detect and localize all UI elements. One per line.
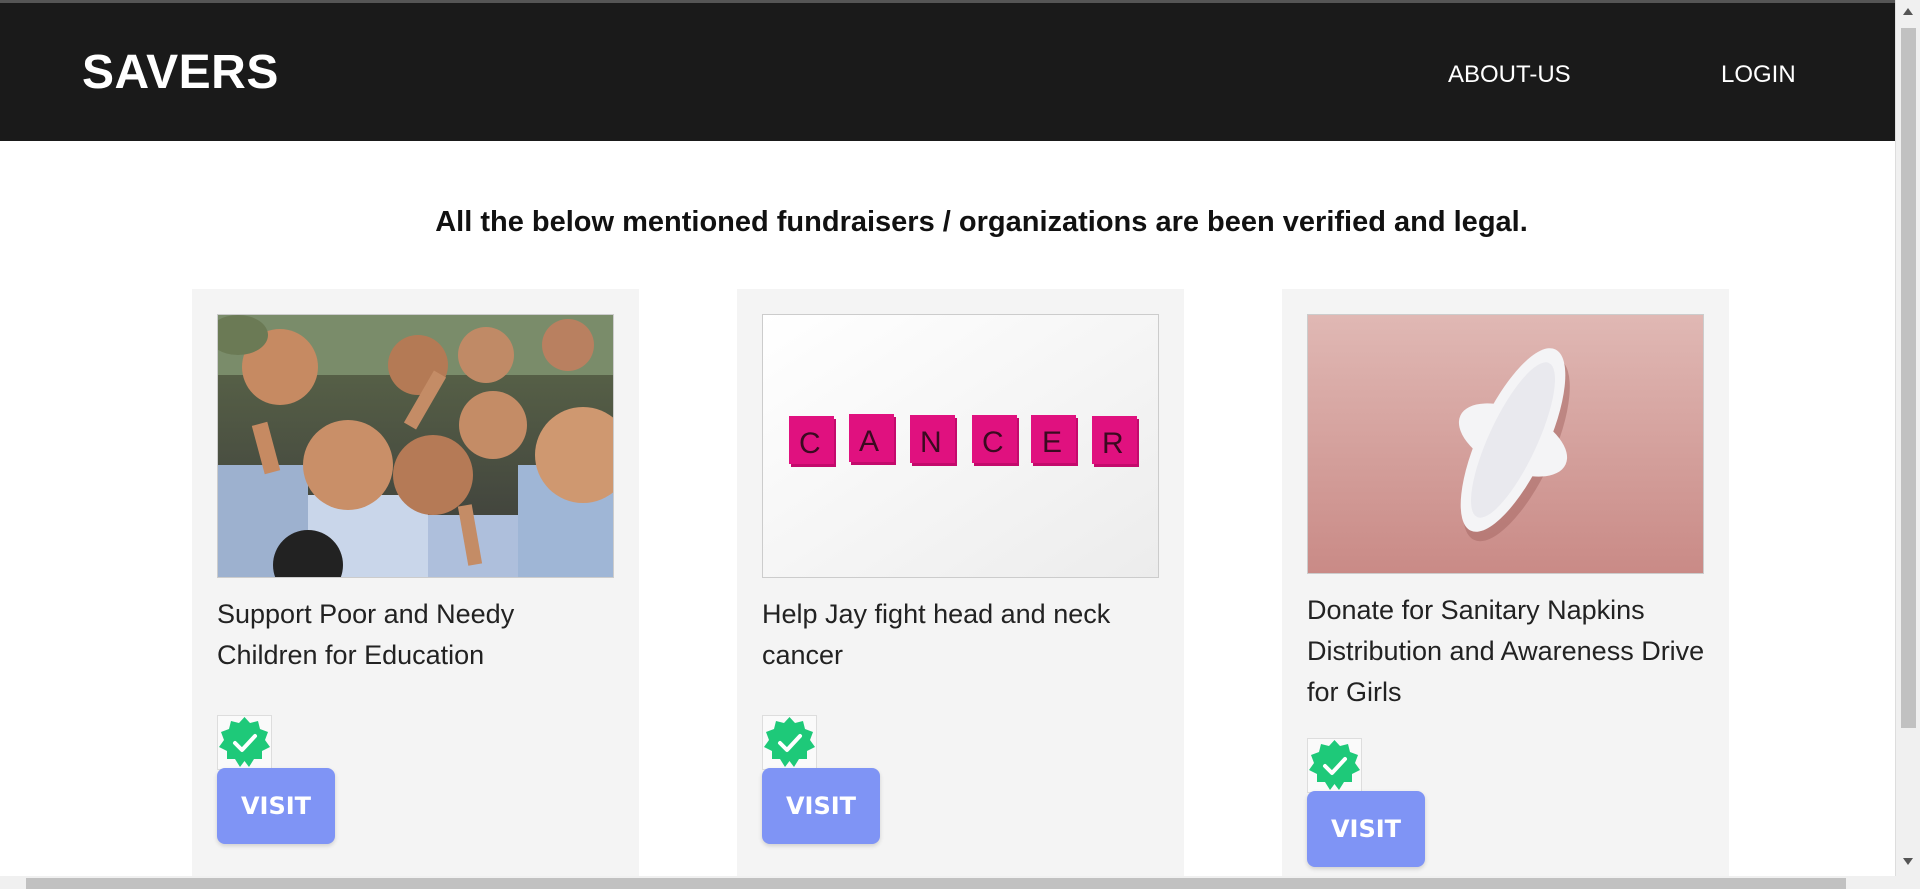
tile-letter: C: [799, 427, 821, 460]
fundraiser-card: Donate for Sanitary Napkins Distribution…: [1282, 289, 1729, 876]
tile-letter: N: [920, 426, 942, 459]
visit-button[interactable]: VISIT: [217, 768, 335, 844]
card-title: Help Jay fight head and neck cancer: [762, 599, 1111, 670]
tile-letter: R: [1102, 427, 1124, 460]
brand-logo[interactable]: SAVERS: [82, 45, 279, 100]
page: SAVERS ABOUT-US LOGIN All the below ment…: [0, 0, 1895, 876]
fundraiser-card: Support Poor and Needy Children for Educ…: [192, 289, 639, 876]
vertical-scrollbar[interactable]: [1895, 0, 1920, 876]
tile-letter: C: [982, 426, 1004, 459]
navbar: SAVERS ABOUT-US LOGIN: [0, 3, 1895, 141]
visit-button[interactable]: VISIT: [762, 768, 880, 844]
card-title: Support Poor and Needy Children for Educ…: [217, 599, 515, 670]
card-title: Donate for Sanitary Napkins Distribution…: [1307, 595, 1705, 707]
scroll-down-arrow-icon[interactable]: [1903, 858, 1913, 865]
fundraiser-card: C A N C E R Help Jay fight head and neck…: [737, 289, 1184, 876]
vertical-scroll-thumb[interactable]: [1901, 28, 1916, 728]
visit-button[interactable]: VISIT: [1307, 791, 1425, 867]
verified-icon: [762, 715, 817, 770]
children-photo: [217, 314, 614, 578]
verified-icon: [217, 715, 272, 770]
sanitary-napkin-photo: [1307, 314, 1704, 574]
verified-icon: [1307, 738, 1362, 793]
horizontal-scrollbar[interactable]: [0, 876, 1920, 889]
horizontal-scroll-thumb[interactable]: [26, 878, 1846, 889]
cancer-tiles-photo: C A N C E R: [762, 314, 1159, 578]
verification-notice: All the below mentioned fundraisers / or…: [435, 206, 1528, 238]
tile-letter: E: [1042, 426, 1062, 459]
nav-about-us[interactable]: ABOUT-US: [1448, 61, 1571, 89]
nav-login[interactable]: LOGIN: [1721, 61, 1796, 89]
tile-letter: A: [859, 425, 879, 458]
scroll-up-arrow-icon[interactable]: [1903, 8, 1913, 15]
